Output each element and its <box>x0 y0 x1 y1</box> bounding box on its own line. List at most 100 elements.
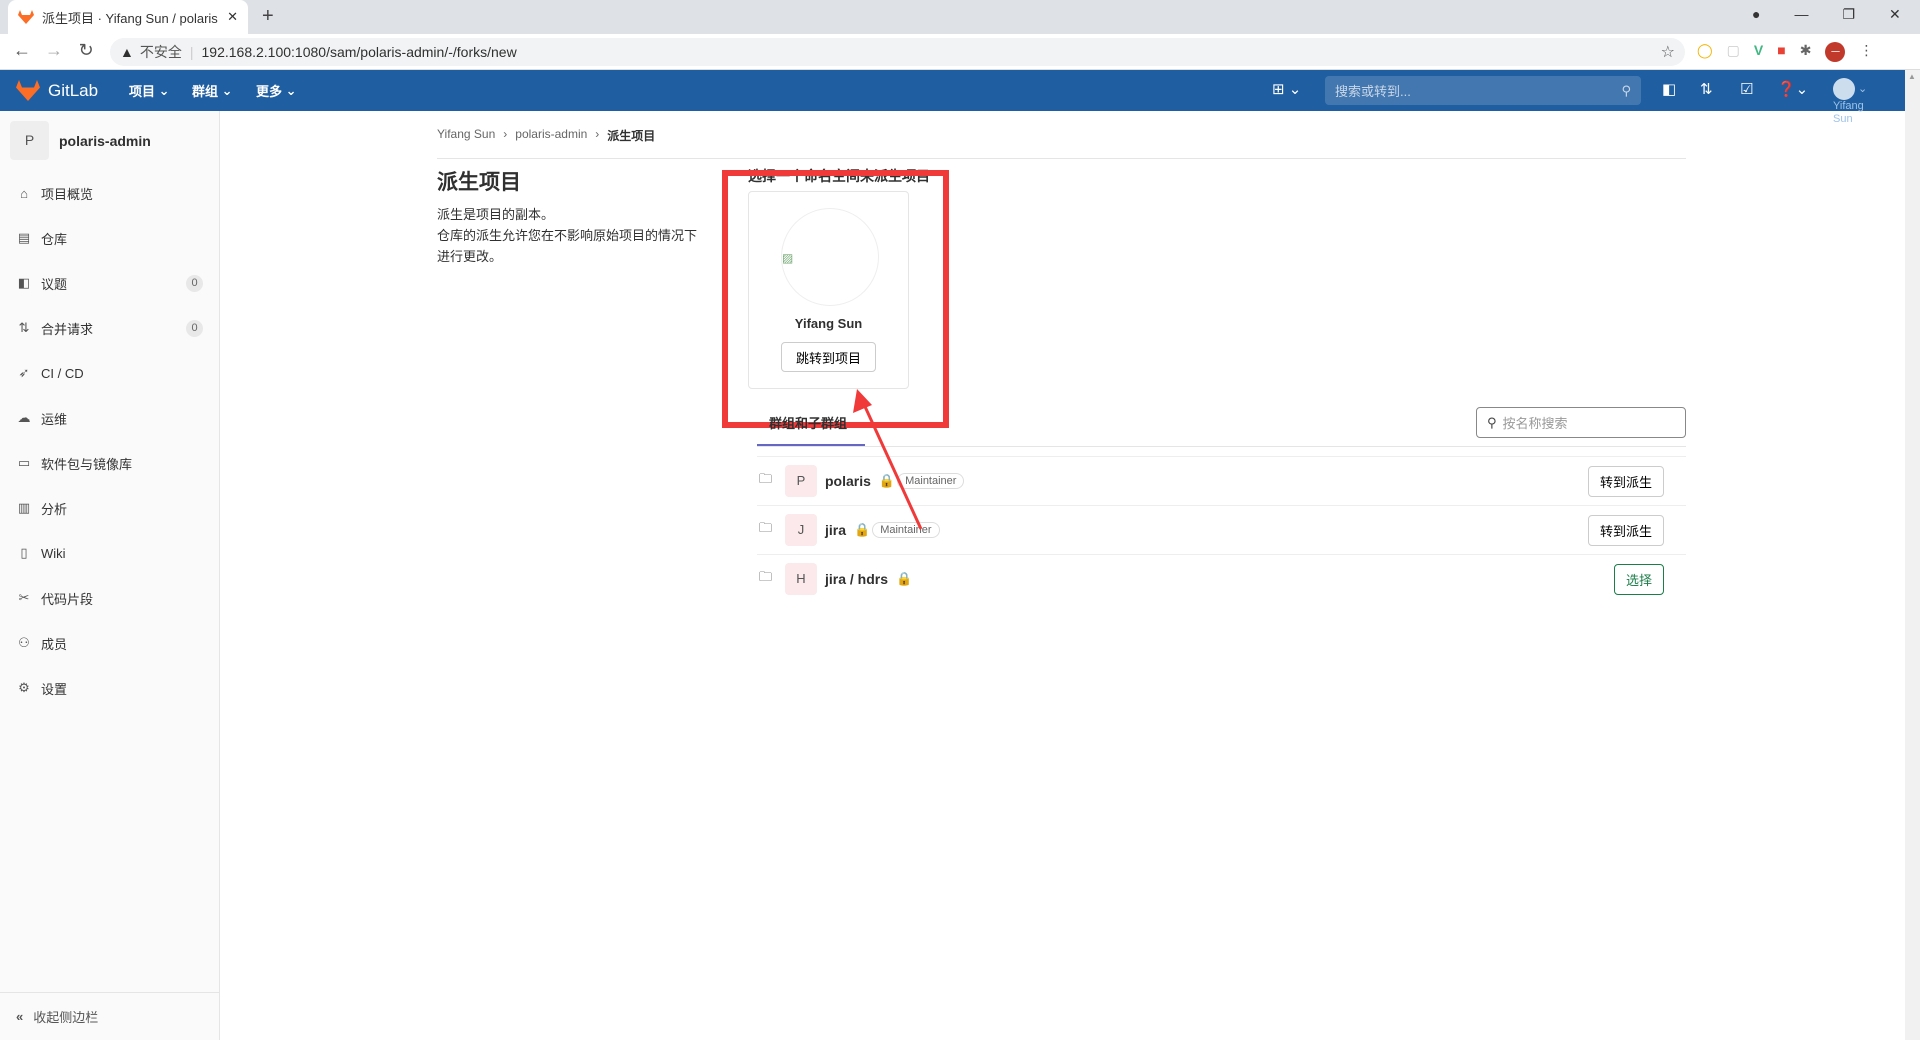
search-placeholder: 搜索或转到... <box>1335 84 1411 99</box>
group-name[interactable]: jira / hdrs <box>825 571 888 587</box>
help-icon[interactable]: ❓⌄ <box>1777 80 1808 98</box>
sidebar-item-cicd[interactable]: ➶ CI / CD <box>0 353 219 393</box>
bookmark-star-icon[interactable]: ☆ <box>1661 42 1675 62</box>
sidebar-item-label: 设置 <box>41 681 68 697</box>
description-line: 派生是项目的副本。 <box>437 207 555 222</box>
menu-more[interactable]: 更多 ⌄ <box>256 70 297 111</box>
doc-icon: ▤ <box>17 230 31 245</box>
profile-dropdown-icon[interactable]: ● <box>1752 6 1760 23</box>
sidebar-item-label: CI / CD <box>41 365 84 381</box>
sidebar-item-analytics[interactable]: ▥ 分析 <box>0 488 219 528</box>
divider <box>437 158 1686 159</box>
extension-color-icon[interactable]: ■ <box>1777 42 1785 62</box>
sidebar-item-label: 项目概览 <box>41 186 94 202</box>
sidebar-item-repository[interactable]: ▤ 仓库 <box>0 218 219 258</box>
url-field[interactable]: ▲ 不安全 | 192.168.2.100:1080/sam/polaris-a… <box>110 38 1685 66</box>
minimize-icon[interactable]: — <box>1794 6 1808 23</box>
page-title: 派生项目 <box>437 171 521 194</box>
sidebar-item-label: 运维 <box>41 411 68 427</box>
highlight-box <box>722 170 949 428</box>
new-item-plus-icon[interactable]: ⊞ ⌄ <box>1272 80 1301 98</box>
window-close-icon[interactable]: ✕ <box>1889 6 1901 23</box>
todo-icon[interactable]: ☑ <box>1740 80 1753 98</box>
sidebar-item-label: 仓库 <box>41 231 68 247</box>
double-chevron-left-icon: « <box>16 1009 24 1024</box>
new-tab-icon[interactable]: + <box>262 5 274 28</box>
sidebar-item-snippets[interactable]: ✂ 代码片段 <box>0 578 219 618</box>
sidebar-item-issues[interactable]: ◧ 议题 0 <box>0 263 219 303</box>
url-text: 192.168.2.100:1080/sam/polaris-admin/-/f… <box>201 44 517 60</box>
filter-placeholder: 按名称搜索 <box>1502 416 1568 431</box>
profile-avatar-icon[interactable]: 一 <box>1825 42 1846 62</box>
user-menu[interactable]: ⌄ Yifang Sun <box>1833 78 1867 126</box>
collapse-label: 收起侧边栏 <box>33 1010 99 1025</box>
lock-icon: 🔒 <box>878 473 896 488</box>
group-row: 🗀 J jira 🔒 Maintainer 转到派生 <box>757 505 1686 554</box>
restore-icon[interactable]: ❐ <box>1842 6 1855 23</box>
menu-groups[interactable]: 群组 ⌄ <box>192 70 233 111</box>
lock-icon: 🔒 <box>896 571 913 586</box>
select-namespace-button[interactable]: 选择 <box>1613 563 1664 595</box>
sidebar-item-label: 分析 <box>41 501 68 517</box>
issues-count: 0 <box>186 274 203 292</box>
sidebar-item-wiki[interactable]: ▯ Wiki <box>0 533 219 573</box>
go-to-fork-button[interactable]: 转到派生 <box>1587 514 1664 546</box>
breadcrumb-user[interactable]: Yifang Sun <box>437 127 495 144</box>
book-icon: ▯ <box>20 545 28 560</box>
folder-icon: 🗀 <box>759 569 773 584</box>
sidebar-item-merge-requests[interactable]: ⇅ 合并请求 0 <box>0 308 219 348</box>
merge-request-icon[interactable]: ⇅ <box>1700 80 1713 98</box>
reload-icon[interactable]: ↻ <box>74 40 98 61</box>
collapse-sidebar-button[interactable]: « 收起侧边栏 <box>0 992 219 1040</box>
extension-screen-icon[interactable]: ▢ <box>1727 42 1740 62</box>
folder-icon: 🗀 <box>759 520 773 535</box>
sidebar: P polaris-admin ⌂ 项目概览 ▤ 仓库 ◧ 议题 0 ⇅ 合并请求 0 ➶ C… <box>0 111 220 1040</box>
gitlab-home-link[interactable]: GitLab <box>16 70 98 111</box>
back-icon[interactable]: ← <box>10 40 34 61</box>
extensions-puzzle-icon[interactable]: ✱ <box>1800 42 1812 62</box>
group-row: 🗀 H jira / hdrs 🔒 选择 <box>757 554 1686 603</box>
browser-tab[interactable]: 派生项目 · Yifang Sun / polaris ✕ <box>8 0 248 34</box>
sidebar-item-overview[interactable]: ⌂ 项目概览 <box>0 173 219 213</box>
breadcrumb-project[interactable]: polaris-admin <box>515 127 587 144</box>
brand-name: GitLab <box>48 80 99 100</box>
search-icon: ⚲ <box>1621 82 1631 98</box>
sidebar-item-members[interactable]: ⚇ 成员 <box>0 623 219 663</box>
go-to-fork-button[interactable]: 转到派生 <box>1587 465 1664 497</box>
sidebar-project-header[interactable]: P polaris-admin <box>10 121 151 160</box>
forward-icon[interactable]: → <box>42 40 66 61</box>
sidebar-item-label: 软件包与镜像库 <box>41 456 133 472</box>
gitlab-logo-icon <box>18 10 34 24</box>
extension-chrome-icon[interactable]: ◯ <box>1697 42 1713 62</box>
sidebar-item-settings[interactable]: ⚙ 设置 <box>0 668 219 708</box>
sidebar-item-packages[interactable]: ▭ 软件包与镜像库 <box>0 443 219 483</box>
sidebar-item-operations[interactable]: ☁ 运维 <box>0 398 219 438</box>
group-name[interactable]: polaris <box>825 473 871 489</box>
browser-menu-icon[interactable]: ⋮ <box>1859 42 1873 62</box>
gitlab-logo-icon <box>16 80 40 101</box>
user-name: Yifang Sun <box>1833 100 1864 125</box>
users-icon: ⚇ <box>18 635 30 650</box>
breadcrumb-current[interactable]: 派生项目 <box>607 127 655 144</box>
group-row: 🗀 P polaris 🔒 Maintainer 转到派生 <box>757 456 1686 505</box>
page-scrollbar[interactable]: ▲ <box>1905 70 1920 1040</box>
sidebar-item-label: 代码片段 <box>41 591 94 607</box>
close-tab-icon[interactable]: ✕ <box>227 9 238 25</box>
role-badge: Maintainer <box>897 473 965 489</box>
issues-icon: ◧ <box>17 275 31 290</box>
sidebar-item-label: 成员 <box>41 636 68 652</box>
issues-icon[interactable]: ◧ <box>1662 80 1676 98</box>
menu-projects[interactable]: 项目 ⌄ <box>129 70 170 111</box>
gitlab-header: GitLab 项目 ⌄ 群组 ⌄ 更多 ⌄ ⊞ ⌄ 搜索或转到... ⚲ ◧ ⇅ … <box>0 70 1905 125</box>
group-avatar: H <box>785 563 817 595</box>
extension-vue-icon[interactable]: V <box>1754 42 1763 62</box>
global-search-input[interactable]: 搜索或转到... ⚲ <box>1325 76 1641 105</box>
role-badge: Maintainer <box>872 522 940 538</box>
group-name[interactable]: jira <box>825 522 846 538</box>
filter-by-name-input[interactable]: ⚲ 按名称搜索 <box>1476 407 1686 438</box>
warning-icon: ▲ <box>120 44 134 60</box>
rocket-icon: ➶ <box>18 365 30 380</box>
breadcrumb: Yifang Sun › polaris-admin › 派生项目 <box>437 127 656 144</box>
sidebar-item-label: 合并请求 <box>41 321 94 337</box>
tab-groups-subgroups[interactable]: 群组和子群组 <box>769 413 847 432</box>
